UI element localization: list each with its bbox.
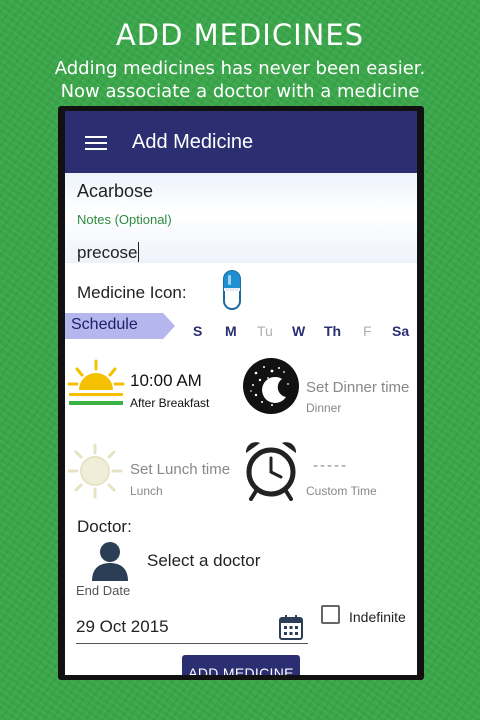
doctor-label: Doctor: xyxy=(77,517,132,536)
end-date-field[interactable]: 29 Oct 2015 xyxy=(76,617,169,637)
day-wednesday[interactable]: W xyxy=(292,323,305,339)
breakfast-time: 10:00 AM xyxy=(130,371,202,390)
app-screen: Add Medicine Acarbose Notes (Optional) p… xyxy=(65,111,417,675)
hamburger-menu-icon[interactable] xyxy=(85,136,107,150)
day-tuesday[interactable]: Tu xyxy=(257,323,273,339)
add-medicine-button[interactable]: ADD MEDICINE xyxy=(182,655,300,675)
select-doctor-button[interactable]: Select a doctor xyxy=(147,551,260,571)
promo-title: ADD MEDICINES xyxy=(115,18,365,52)
lunch-time: Set Lunch time xyxy=(130,461,231,478)
app-bar-title: Add Medicine xyxy=(132,131,254,153)
alarm-clock-icon xyxy=(245,442,297,501)
sun-icon xyxy=(67,443,123,499)
notes-value: precose xyxy=(77,243,138,262)
promo-subtitle-line1: Adding medicines has never been easier. xyxy=(54,58,426,79)
notes-label: Notes (Optional) xyxy=(77,212,172,227)
indefinite-label: Indefinite xyxy=(349,609,406,625)
capsule-icon[interactable] xyxy=(222,269,242,316)
promo-subtitle-line2: Now associate a doctor with a medicine xyxy=(60,81,420,102)
end-date-underline xyxy=(76,643,308,644)
day-thursday[interactable]: Th xyxy=(324,323,341,339)
text-cursor xyxy=(138,242,140,262)
breakfast-label: After Breakfast xyxy=(130,396,210,410)
day-saturday[interactable]: Sa xyxy=(392,323,409,339)
calendar-icon[interactable] xyxy=(279,614,303,640)
indefinite-checkbox[interactable] xyxy=(321,605,340,624)
schedule-tag: Schedule xyxy=(65,313,177,339)
dinner-time: Set Dinner time xyxy=(306,379,410,396)
schedule-label: Schedule xyxy=(71,316,138,333)
app-bar: Add Medicine xyxy=(65,111,417,173)
medicine-name-field[interactable]: Acarbose xyxy=(77,181,153,202)
phone-frame: Add Medicine Acarbose Notes (Optional) p… xyxy=(58,106,424,680)
end-date-label: End Date xyxy=(76,583,131,598)
custom-time-label: Custom Time xyxy=(306,484,377,498)
custom-time: ----- xyxy=(313,457,348,474)
day-friday[interactable]: F xyxy=(363,323,372,339)
notes-field[interactable]: precose xyxy=(77,242,140,263)
sunrise-icon xyxy=(67,359,125,405)
dinner-label: Dinner xyxy=(306,401,342,415)
person-icon[interactable] xyxy=(91,541,129,581)
day-sunday[interactable]: S xyxy=(193,323,202,339)
day-monday[interactable]: M xyxy=(225,323,237,339)
lunch-label: Lunch xyxy=(130,484,163,498)
moon-night-icon xyxy=(243,358,299,414)
medicine-icon-label: Medicine Icon: xyxy=(77,283,187,302)
